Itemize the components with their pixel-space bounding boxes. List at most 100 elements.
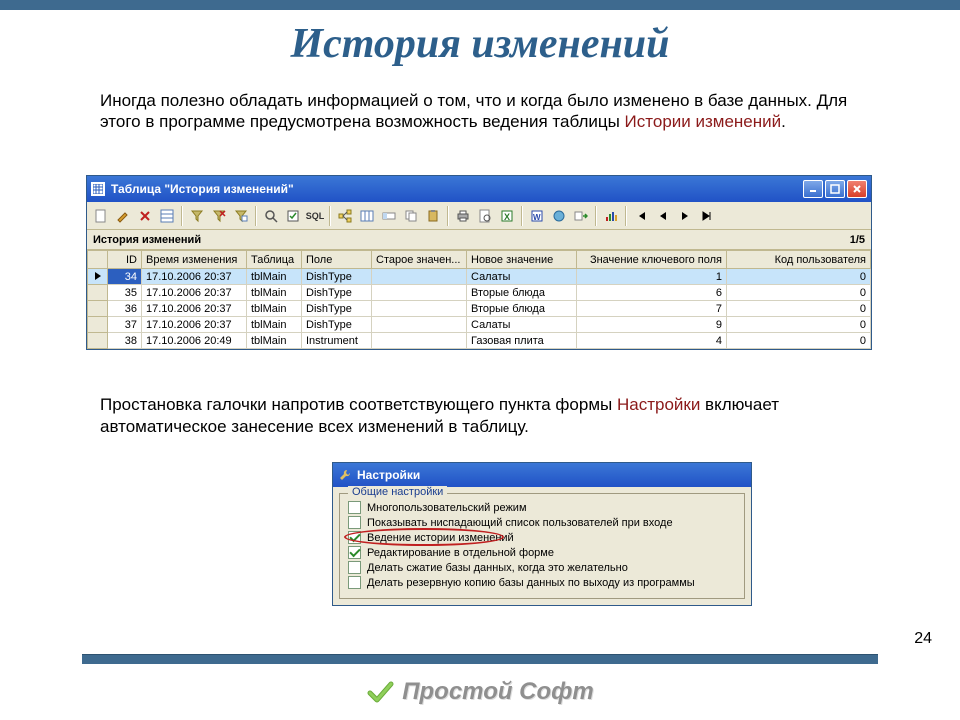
find-icon[interactable]	[261, 206, 281, 226]
cell-table: tblMain	[247, 333, 302, 349]
cell-field: Instrument	[302, 333, 372, 349]
checkbox[interactable]	[348, 546, 361, 559]
columns-icon[interactable]	[357, 206, 377, 226]
copy-icon[interactable]	[401, 206, 421, 226]
svg-text:X: X	[504, 212, 510, 222]
preview-icon[interactable]	[475, 206, 495, 226]
history-table[interactable]: ID Время изменения Таблица Поле Старое з…	[87, 250, 871, 349]
col-id[interactable]: ID	[108, 251, 142, 269]
cell-id: 38	[108, 333, 142, 349]
option-label: Делать резервную копию базы данных по вы…	[367, 577, 695, 589]
option-label: Многопользовательский режим	[367, 502, 527, 514]
cell-new: Вторые блюда	[467, 285, 577, 301]
option-label: Ведение истории изменений	[367, 532, 514, 544]
minimize-button[interactable]	[803, 180, 823, 198]
col-field[interactable]: Поле	[302, 251, 372, 269]
cell-old	[372, 269, 467, 285]
cell-old	[372, 301, 467, 317]
table-row[interactable]: 3417.10.2006 20:37tblMainDishTypeСалаты1…	[88, 269, 871, 285]
col-new[interactable]: Новое значение	[467, 251, 577, 269]
window-titlebar[interactable]: Таблица "История изменений"	[87, 176, 871, 202]
chart-icon[interactable]	[601, 206, 621, 226]
settings-option[interactable]: Многопользовательский режим	[348, 500, 736, 515]
nav-last-icon[interactable]	[697, 206, 717, 226]
cell-new: Вторые блюда	[467, 301, 577, 317]
checkbox[interactable]	[348, 516, 361, 529]
grid-icon[interactable]	[157, 206, 177, 226]
cell-old	[372, 285, 467, 301]
fieldset-legend: Общие настройки	[348, 486, 447, 498]
col-key[interactable]: Значение ключевого поля	[577, 251, 727, 269]
toolbar-separator	[255, 206, 257, 226]
new-icon[interactable]	[91, 206, 111, 226]
checkbox[interactable]	[348, 576, 361, 589]
row-marker	[88, 301, 108, 317]
paste-icon[interactable]	[423, 206, 443, 226]
close-button[interactable]	[847, 180, 867, 198]
maximize-button[interactable]	[825, 180, 845, 198]
subheader-label: История изменений	[93, 234, 201, 246]
para2-red: Настройки	[617, 395, 700, 414]
cell-id: 34	[108, 269, 142, 285]
settings-option[interactable]: Делать сжатие базы данных, когда это жел…	[348, 560, 736, 575]
cell-user: 0	[727, 317, 871, 333]
html-icon[interactable]	[549, 206, 569, 226]
filter-clear-icon[interactable]	[209, 206, 229, 226]
footer-brand-text: Простой Софт	[402, 678, 594, 706]
toolbar-separator	[595, 206, 597, 226]
checkbox[interactable]	[348, 561, 361, 574]
wrench-icon	[339, 469, 351, 481]
table-row[interactable]: 3817.10.2006 20:49tblMainInstrumentГазов…	[88, 333, 871, 349]
row-marker	[88, 269, 108, 285]
filter-icon[interactable]	[187, 206, 207, 226]
export-icon[interactable]	[571, 206, 591, 226]
para2-text-1: Простановка галочки напротив соответству…	[100, 395, 617, 414]
settings-option[interactable]: Показывать ниспадающий список пользовате…	[348, 515, 736, 530]
table-subheader: История изменений 1/5	[87, 230, 871, 250]
delete-icon[interactable]	[135, 206, 155, 226]
intro-red: Истории изменений	[625, 112, 782, 131]
nav-prev-icon[interactable]	[653, 206, 673, 226]
settings-option[interactable]: Ведение истории изменений	[348, 530, 736, 545]
option-label: Редактирование в отдельной форме	[367, 547, 554, 559]
paragraph-2: Простановка галочки напротив соответству…	[100, 394, 880, 438]
cell-key: 6	[577, 285, 727, 301]
filter-form-icon[interactable]	[231, 206, 251, 226]
edit-icon[interactable]	[113, 206, 133, 226]
logo-check-icon	[366, 678, 394, 706]
col-table[interactable]: Таблица	[247, 251, 302, 269]
table-row[interactable]: 3717.10.2006 20:37tblMainDishTypeСалаты9…	[88, 317, 871, 333]
nav-first-icon[interactable]	[631, 206, 651, 226]
col-old[interactable]: Старое значен...	[372, 251, 467, 269]
checkbox[interactable]	[348, 501, 361, 514]
history-table-window: Таблица "История изменений" SQL X W	[86, 175, 872, 350]
check-all-icon[interactable]	[283, 206, 303, 226]
excel-icon[interactable]: X	[497, 206, 517, 226]
checkbox[interactable]	[348, 531, 361, 544]
cell-user: 0	[727, 269, 871, 285]
table-row[interactable]: 3517.10.2006 20:37tblMainDishTypeВторые …	[88, 285, 871, 301]
table-header-row: ID Время изменения Таблица Поле Старое з…	[88, 251, 871, 269]
cell-field: DishType	[302, 301, 372, 317]
settings-titlebar[interactable]: Настройки	[333, 463, 751, 487]
cell-id: 35	[108, 285, 142, 301]
col-time[interactable]: Время изменения	[142, 251, 247, 269]
cell-table: tblMain	[247, 269, 302, 285]
sql-icon[interactable]: SQL	[305, 206, 325, 226]
print-icon[interactable]	[453, 206, 473, 226]
cell-time: 17.10.2006 20:37	[142, 285, 247, 301]
field-icon[interactable]	[379, 206, 399, 226]
settings-option[interactable]: Редактирование в отдельной форме	[348, 545, 736, 560]
cell-new: Газовая плита	[467, 333, 577, 349]
cell-table: tblMain	[247, 285, 302, 301]
word-icon[interactable]: W	[527, 206, 547, 226]
nav-next-icon[interactable]	[675, 206, 695, 226]
tree-icon[interactable]	[335, 206, 355, 226]
cell-old	[372, 333, 467, 349]
toolbar-separator	[447, 206, 449, 226]
settings-option[interactable]: Делать резервную копию базы данных по вы…	[348, 575, 736, 590]
cell-user: 0	[727, 285, 871, 301]
col-user[interactable]: Код пользователя	[727, 251, 871, 269]
cell-new: Салаты	[467, 317, 577, 333]
table-row[interactable]: 3617.10.2006 20:37tblMainDishTypeВторые …	[88, 301, 871, 317]
